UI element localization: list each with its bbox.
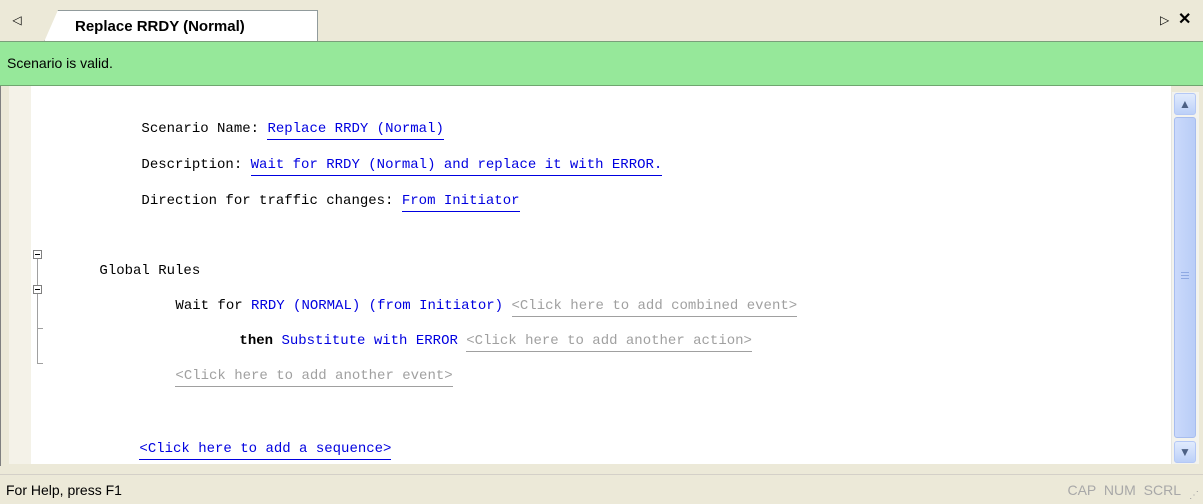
direction-link[interactable]: From Initiator xyxy=(401,193,520,212)
scenario-name-label: Scenario Name: xyxy=(141,121,268,137)
tree-line xyxy=(37,363,43,364)
direction-row: Direction for traffic changes: From Init… xyxy=(91,177,520,225)
scroll-up-icon[interactable]: ▲ xyxy=(1174,93,1196,115)
add-another-action-link[interactable]: <Click here to add another action> xyxy=(466,333,752,352)
validation-banner: Scenario is valid. xyxy=(0,41,1203,86)
tab-label: Replace RRDY (Normal) xyxy=(75,18,245,35)
add-another-event-link[interactable]: <Click here to add another event> xyxy=(175,368,453,387)
resize-grip-icon[interactable]: ⋰ xyxy=(1189,490,1201,502)
then-label: then xyxy=(239,333,282,349)
editor-margin xyxy=(9,86,31,464)
wait-for-label: Wait for xyxy=(175,298,252,314)
tree-line xyxy=(37,328,43,329)
scenario-content: Scenario Name: Replace RRDY (Normal) Des… xyxy=(31,86,1171,464)
status-bar: For Help, press F1 CAP NUM SCRL ⋰ xyxy=(0,474,1203,504)
scroll-down-icon[interactable]: ▼ xyxy=(1174,441,1196,463)
document-tab-strip: ◁ Replace RRDY (Normal) ▷ ✕ xyxy=(0,0,1203,42)
scenario-editor: Scenario Name: Replace RRDY (Normal) Des… xyxy=(0,86,1203,466)
scroll-thumb[interactable] xyxy=(1174,117,1196,438)
validation-message: Scenario is valid. xyxy=(7,55,113,71)
vertical-scrollbar[interactable]: ▲ ▼ xyxy=(1171,92,1199,464)
global-rules-label: Global Rules xyxy=(99,263,201,279)
close-icon[interactable]: ✕ xyxy=(1178,11,1194,29)
keyboard-indicators: CAP NUM SCRL xyxy=(1067,482,1181,498)
tree-line xyxy=(37,294,38,364)
scroll-tabs-right-icon[interactable]: ▷ xyxy=(1160,12,1174,28)
collapse-rule-icon[interactable] xyxy=(33,285,42,294)
description-link[interactable]: Wait for RRDY (Normal) and replace it wi… xyxy=(250,157,663,176)
grip-icon xyxy=(1181,272,1189,280)
description-label: Description: xyxy=(141,157,251,173)
direction-label: Direction for traffic changes: xyxy=(141,193,402,209)
add-sequence-link[interactable]: <Click here to add a sequence> xyxy=(139,441,392,460)
add-sequence-row: <Click here to add a sequence> xyxy=(89,425,392,473)
help-hint: For Help, press F1 xyxy=(6,482,122,498)
tree-line xyxy=(37,259,38,285)
tab-replace-rrdy[interactable]: Replace RRDY (Normal) xyxy=(44,10,318,42)
event-rrdy-link[interactable]: RRDY (NORMAL) (from Initiator) xyxy=(251,298,503,314)
collapse-global-rules-icon[interactable] xyxy=(33,250,42,259)
add-combined-event-link[interactable]: <Click here to add combined event> xyxy=(511,298,798,317)
action-substitute-link[interactable]: Substitute with ERROR xyxy=(281,333,457,349)
scroll-tabs-left-icon[interactable]: ◁ xyxy=(10,12,24,28)
add-event-row: <Click here to add another event> xyxy=(125,352,453,400)
scenario-name-link[interactable]: Replace RRDY (Normal) xyxy=(267,121,444,140)
